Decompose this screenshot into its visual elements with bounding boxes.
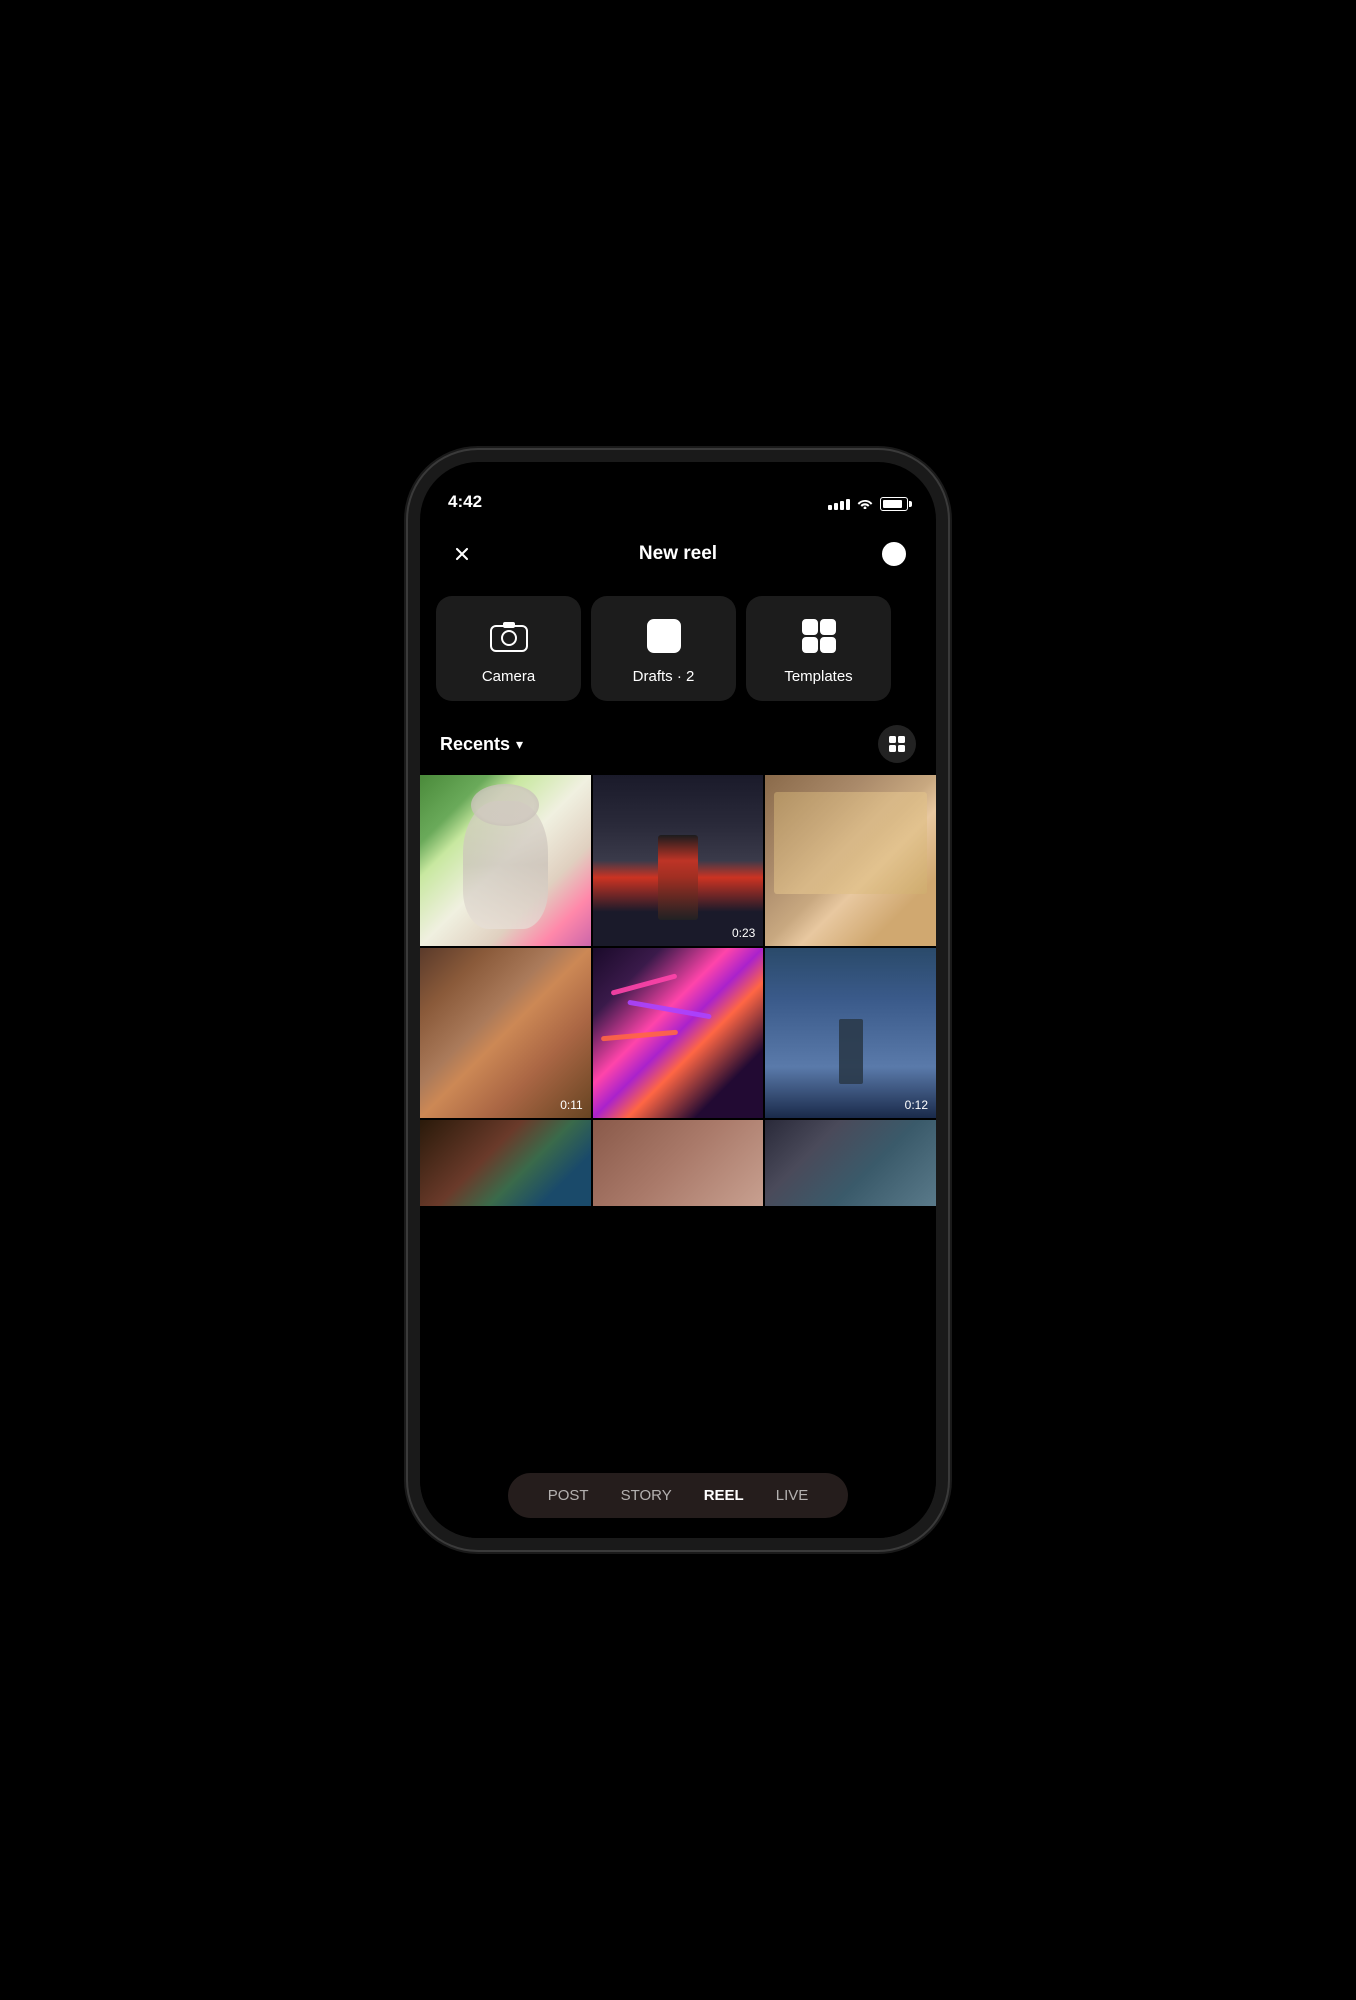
grid-cell-person-dark[interactable]: 0:23 — [593, 775, 764, 946]
templates-label: Templates — [784, 668, 852, 685]
photo-grid: 0:23 — [420, 775, 936, 1538]
dynamic-island — [618, 476, 738, 510]
cell-duration-person-dark: 0:23 — [732, 926, 755, 940]
nav-story[interactable]: STORY — [605, 1483, 688, 1508]
close-button[interactable] — [444, 536, 480, 572]
app-content: New reel — [420, 520, 936, 1538]
recents-dropdown[interactable]: Recents ▾ — [440, 734, 523, 755]
action-buttons-row: Camera Drafts · 2 — [420, 588, 936, 717]
phone-frame: 4:42 — [408, 450, 948, 1550]
page-title: New reel — [639, 543, 717, 565]
nav-reel[interactable]: REEL — [688, 1483, 760, 1508]
nav-post[interactable]: POST — [532, 1483, 605, 1508]
chevron-down-icon: ▾ — [516, 736, 523, 753]
drafts-button[interactable]: Drafts · 2 — [591, 596, 736, 701]
grid-row-2: 0:11 — [420, 948, 936, 1119]
status-time: 4:42 — [448, 492, 482, 514]
layout-toggle-button[interactable] — [878, 725, 916, 763]
camera-icon — [487, 614, 531, 658]
recents-row: Recents ▾ — [420, 717, 936, 775]
battery-icon — [880, 497, 908, 511]
signal-bars-icon — [828, 499, 850, 510]
wifi-icon — [856, 496, 874, 512]
settings-button[interactable] — [876, 536, 912, 572]
bottom-nav: POST STORY REEL LIVE — [420, 1461, 936, 1538]
grid-cell-couple[interactable]: 0:11 — [420, 948, 591, 1119]
status-icons — [828, 496, 908, 514]
cell-duration-couple: 0:11 — [560, 1098, 582, 1112]
drafts-label: Drafts · 2 — [633, 668, 695, 685]
grid-cell-art[interactable] — [420, 1120, 591, 1205]
grid-cell-seafood[interactable] — [765, 1120, 936, 1205]
templates-icon — [797, 614, 841, 658]
app-header: New reel — [420, 520, 936, 588]
bottom-nav-pill: POST STORY REEL LIVE — [508, 1473, 849, 1518]
grid-row-1: 0:23 — [420, 775, 936, 946]
grid-cell-synth[interactable] — [593, 948, 764, 1119]
grid-row-3 — [420, 1120, 936, 1205]
drafts-icon — [642, 614, 686, 658]
camera-button[interactable]: Camera — [436, 596, 581, 701]
templates-button[interactable]: Templates — [746, 596, 891, 701]
grid-cell-gradient-pink[interactable] — [593, 1120, 764, 1205]
grid-cell-person-blue[interactable]: 0:12 — [765, 948, 936, 1119]
grid-cell-japanese-room[interactable] — [765, 775, 936, 946]
recents-label: Recents — [440, 734, 510, 755]
cell-duration-person-blue: 0:12 — [905, 1098, 928, 1112]
grid-cell-alien[interactable] — [420, 775, 591, 946]
nav-live[interactable]: LIVE — [760, 1483, 825, 1508]
camera-label: Camera — [482, 668, 535, 685]
phone-screen: 4:42 — [420, 462, 936, 1538]
battery-fill — [883, 500, 902, 508]
